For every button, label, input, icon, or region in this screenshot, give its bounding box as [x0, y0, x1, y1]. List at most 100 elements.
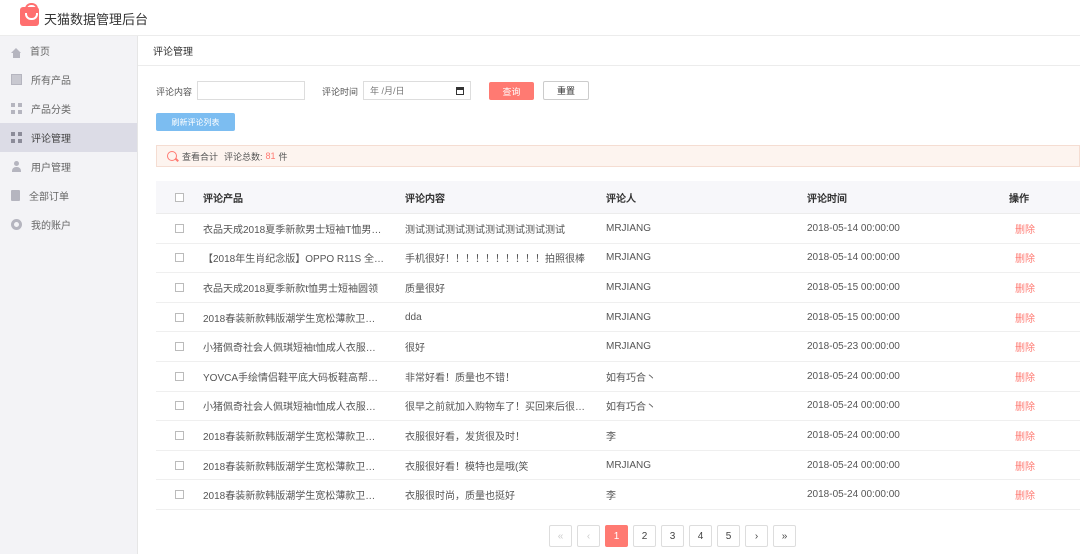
- app-title: 天猫数据管理后台: [44, 12, 149, 27]
- gear-icon: [11, 219, 22, 230]
- table-row: 小猪佩奇社会人佩琪短袖t恤成人衣服男女 很好 MRJIANG 2018-05-23 0…: [156, 332, 1080, 362]
- delete-link[interactable]: 删除: [1015, 373, 1035, 384]
- row-content: 手机很好！！！！！！！！！！拍照很棒: [405, 254, 585, 266]
- row-time: 2018-05-15 00:00:00: [807, 311, 900, 323]
- row-time: 2018-05-24 00:00:00: [807, 400, 900, 412]
- row-user: MRJIANG: [606, 222, 651, 234]
- first-page-button[interactable]: «: [549, 525, 572, 547]
- sidebar-item-reviews[interactable]: 评论管理: [0, 123, 137, 152]
- row-checkbox[interactable]: [175, 253, 184, 263]
- page-button-5[interactable]: 5: [717, 525, 740, 547]
- summary-view-label: 查看合计: [182, 151, 219, 162]
- row-time: 2018-05-15 00:00:00: [807, 281, 900, 293]
- row-checkbox[interactable]: [175, 342, 184, 352]
- row-product: 2018春装新款韩版潮学生宽松薄款卫衣女: [203, 461, 386, 473]
- header-product: 评论产品: [203, 193, 243, 205]
- row-time: 2018-05-24 00:00:00: [807, 489, 900, 501]
- row-checkbox[interactable]: [175, 460, 184, 470]
- query-button[interactable]: 查询: [489, 82, 534, 100]
- home-icon: [11, 48, 21, 58]
- main-content: 评论管理 评论内容 评论时间 年 /月/日 查询 重置 刷新评论列表 查看合计 …: [138, 36, 1080, 554]
- table-row: 衣品天成2018夏季新款男士短袖T恤男韩版 测试测试测试测试测试测试测试测试 MRJ…: [156, 214, 1080, 244]
- delete-link[interactable]: 删除: [1015, 491, 1035, 502]
- sidebar-item-label: 所有产品: [31, 76, 71, 87]
- row-time: 2018-05-14 00:00:00: [807, 252, 900, 264]
- reviews-table: 评论产品 评论内容 评论人 评论时间 操作 衣品天成2018夏季新款男士短袖T恤…: [156, 181, 1080, 510]
- page-button-2[interactable]: 2: [633, 525, 656, 547]
- next-page-button[interactable]: ›: [745, 525, 768, 547]
- pagination: « ‹ 1 2 3 4 5 › »: [549, 525, 801, 547]
- delete-link[interactable]: 删除: [1015, 402, 1035, 413]
- sidebar-item-users[interactable]: 用户管理: [0, 152, 137, 181]
- grid-icon: [11, 132, 22, 143]
- row-time: 2018-05-23 00:00:00: [807, 341, 900, 353]
- calendar-icon[interactable]: [456, 87, 464, 95]
- row-product: 衣品天成2018夏季新款t恤男士短袖圆领: [203, 283, 379, 295]
- row-content: dda: [405, 311, 422, 323]
- user-icon: [11, 161, 22, 172]
- row-product: 2018春装新款韩版潮学生宽松薄款卫衣女: [203, 313, 386, 325]
- sidebar-item-label: 用户管理: [31, 163, 71, 174]
- reset-button[interactable]: 重置: [543, 81, 589, 100]
- table-header: 评论产品 评论内容 评论人 评论时间 操作: [156, 181, 1080, 214]
- row-product: 2018春装新款韩版潮学生宽松薄款卫衣女: [203, 431, 386, 443]
- page-button-1[interactable]: 1: [605, 525, 628, 547]
- sidebar-item-label: 首页: [30, 47, 50, 58]
- delete-link[interactable]: 删除: [1015, 254, 1035, 265]
- row-user: MRJIANG: [606, 459, 651, 471]
- sidebar-item-orders[interactable]: 全部订单: [0, 181, 137, 210]
- sidebar-item-categories[interactable]: 产品分类: [0, 94, 137, 123]
- sidebar-item-label: 我的账户: [31, 221, 71, 232]
- last-page-button[interactable]: »: [773, 525, 796, 547]
- delete-link[interactable]: 删除: [1015, 343, 1035, 354]
- delete-link[interactable]: 删除: [1015, 284, 1035, 295]
- top-bar: 天猫数据管理后台: [0, 0, 1080, 36]
- sidebar-item-label: 产品分类: [31, 105, 71, 116]
- row-checkbox[interactable]: [175, 223, 184, 233]
- row-content: 质量很好: [405, 283, 445, 295]
- table-row: YOVCA手绘情侣鞋平底大码板鞋高帮帆布鞋 非常好看！质量也不错！ 如有巧合丶 201…: [156, 362, 1080, 392]
- row-product: YOVCA手绘情侣鞋平底大码板鞋高帮帆布鞋: [203, 372, 399, 384]
- content-filter-input[interactable]: [197, 81, 305, 100]
- page-button-3[interactable]: 3: [661, 525, 684, 547]
- table-row: 【2018年生肖纪念版】OPPO R11S 全面屏 手机很好！！！！！！！！！！拍…: [156, 244, 1080, 274]
- row-content: 衣服很时尚，质量也挺好: [405, 491, 515, 503]
- time-filter-input[interactable]: 年 /月/日: [363, 81, 471, 100]
- row-user: 李: [606, 491, 616, 503]
- row-checkbox[interactable]: [175, 490, 184, 500]
- sidebar-item-products[interactable]: 所有产品: [0, 65, 137, 94]
- shopping-bag-logo-icon: [20, 3, 39, 26]
- delete-link[interactable]: 删除: [1015, 432, 1035, 443]
- sidebar-item-home[interactable]: 首页: [0, 36, 137, 65]
- header-time: 评论时间: [807, 193, 847, 205]
- row-checkbox[interactable]: [175, 282, 184, 292]
- summary-bar: 查看合计 评论总数: 81 件: [156, 145, 1080, 167]
- table-row: 2018春装新款韩版潮学生宽松薄款卫衣女 衣服很时尚，质量也挺好 李 2018-05-…: [156, 480, 1080, 510]
- delete-link[interactable]: 删除: [1015, 225, 1035, 236]
- row-product: 衣品天成2018夏季新款男士短袖T恤男韩版: [203, 224, 392, 236]
- page-button-4[interactable]: 4: [689, 525, 712, 547]
- clipboard-icon: [11, 190, 20, 201]
- delete-link[interactable]: 删除: [1015, 314, 1035, 325]
- table-row: 2018春装新款韩版潮学生宽松薄款卫衣女 衣服很好看！模特也是哦(笑 MRJIANG…: [156, 451, 1080, 481]
- row-product: 2018春装新款韩版潮学生宽松薄款卫衣女: [203, 491, 386, 503]
- row-content: 非常好看！质量也不错！: [405, 372, 515, 384]
- filter-bar: 评论内容 评论时间 年 /月/日 查询 重置: [156, 81, 856, 101]
- row-user: 如有巧合丶: [606, 372, 656, 384]
- row-time: 2018-05-24 00:00:00: [807, 429, 900, 441]
- prev-page-button[interactable]: ‹: [577, 525, 600, 547]
- page-title: 评论管理: [138, 36, 1080, 66]
- search-icon: [167, 151, 177, 161]
- row-checkbox[interactable]: [175, 371, 184, 381]
- table-row: 衣品天成2018夏季新款t恤男士短袖圆领 质量很好 MRJIANG 2018-05-1…: [156, 273, 1080, 303]
- refresh-reviews-button[interactable]: 刷新评论列表: [156, 113, 235, 131]
- row-product: 小猪佩奇社会人佩琪短袖t恤成人衣服男女: [203, 402, 386, 414]
- sidebar-item-account[interactable]: 我的账户: [0, 210, 137, 239]
- delete-link[interactable]: 删除: [1015, 462, 1035, 473]
- header-content: 评论内容: [405, 193, 445, 205]
- select-all-checkbox[interactable]: [175, 192, 184, 202]
- row-checkbox[interactable]: [175, 312, 184, 322]
- row-checkbox[interactable]: [175, 401, 184, 411]
- sidebar: 首页 所有产品 产品分类 评论管理 用户管理 全部订单 我的账户: [0, 36, 138, 554]
- row-checkbox[interactable]: [175, 430, 184, 440]
